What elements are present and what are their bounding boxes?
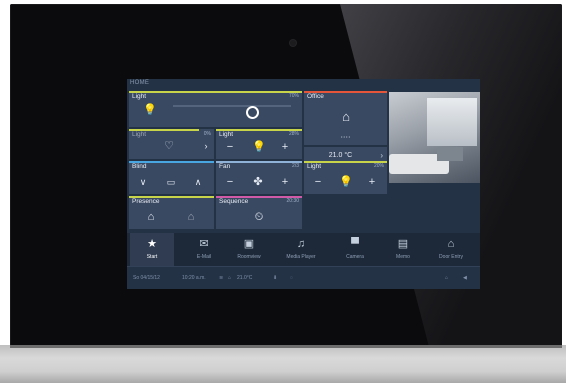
nav-item-roomview[interactable]: ▣ Roomview bbox=[227, 233, 271, 266]
touch-screen: HOME Light 70% 💡 Office ⌂ • • • • 21.0 °… bbox=[127, 79, 480, 289]
chat-icon: ◌ bbox=[290, 275, 293, 281]
minus-icon[interactable]: − bbox=[224, 141, 236, 153]
nav-item-email[interactable]: ✉ E-Mail bbox=[182, 233, 226, 266]
nav-label: Start bbox=[146, 254, 158, 260]
page-title: HOME bbox=[130, 80, 150, 86]
nav-item-memo[interactable]: ▤ Memo bbox=[381, 233, 425, 266]
tile-title: Light bbox=[307, 163, 322, 170]
fan-icon: ✤ bbox=[253, 176, 263, 188]
bulb-icon: 💡 bbox=[339, 176, 353, 188]
camera-icon: ▀ bbox=[351, 238, 359, 250]
tile-title: Sequence bbox=[219, 198, 249, 205]
house-small-icon: ⌂ bbox=[445, 275, 449, 281]
chevron-down-icon[interactable]: ∨ bbox=[137, 176, 149, 188]
photo-table bbox=[437, 147, 463, 161]
temperature-value: 21.0 °C bbox=[328, 152, 353, 159]
light-tile-2[interactable]: Light 0% ♡ › bbox=[129, 129, 214, 159]
nav-item-camera[interactable]: ▀ Camera bbox=[333, 233, 377, 266]
nav-label: Memo bbox=[396, 254, 410, 260]
tile-title: Fan bbox=[219, 163, 231, 170]
light-dimmer-tile[interactable]: Light 70% 💡 bbox=[129, 91, 302, 127]
fan-tile[interactable]: Fan 2/3 − ✤ + bbox=[216, 161, 302, 194]
tile-value: 0% bbox=[203, 131, 211, 137]
status-bar: So 04/15/12 10:20 a.m. ≋ ⌂ 21.0°C ⬇ ◌ ⌂ … bbox=[127, 266, 480, 289]
nav-label: Door Entry bbox=[439, 254, 463, 260]
nav-item-start[interactable]: ★ Start bbox=[130, 233, 174, 266]
nav-label: Media Player bbox=[286, 254, 316, 260]
tile-title: Light bbox=[219, 131, 234, 138]
frame-edge bbox=[10, 345, 562, 348]
nav-label: E-Mail bbox=[196, 254, 212, 260]
music-icon: ♫ bbox=[296, 238, 306, 250]
wifi-icon: ≋ bbox=[219, 275, 224, 281]
tile-accent-bar bbox=[129, 91, 302, 93]
room-photo bbox=[389, 92, 480, 183]
room-icon: ▣ bbox=[243, 238, 255, 250]
chevron-right-icon[interactable]: › bbox=[380, 151, 383, 160]
dimmer-slider-track[interactable] bbox=[173, 105, 291, 107]
minus-icon[interactable]: − bbox=[312, 176, 324, 188]
presence-tile[interactable]: Presence ⌂ ⌂ bbox=[129, 196, 214, 229]
photo-window bbox=[427, 98, 477, 146]
sequence-tile[interactable]: Sequence 20:30 ⏲ bbox=[216, 196, 302, 229]
memo-icon: ▤ bbox=[397, 238, 409, 250]
camera-lens bbox=[290, 40, 296, 46]
speaker-icon[interactable]: ◀ bbox=[463, 275, 467, 281]
tile-title: Blind bbox=[132, 163, 147, 170]
nav-item-media-player[interactable]: ♫ Media Player bbox=[279, 233, 323, 266]
mail-icon: ✉ bbox=[199, 238, 209, 250]
pin-icon: ⬇ bbox=[273, 275, 278, 281]
tile-value: 20:30 bbox=[286, 198, 299, 204]
tile-value: 2/3 bbox=[292, 163, 299, 169]
tile-title: Light bbox=[132, 93, 147, 100]
chevron-up-icon[interactable]: ∧ bbox=[192, 176, 204, 188]
door-icon: ⌂ bbox=[447, 238, 455, 250]
bottom-nav-bar: ★ Start ✉ E-Mail ▣ Roomview ♫ Media Play… bbox=[127, 233, 480, 266]
plus-icon[interactable]: + bbox=[279, 141, 291, 153]
blind-icon: ▭ bbox=[166, 177, 176, 187]
dimmer-slider-handle[interactable] bbox=[246, 106, 259, 119]
house-icon: ⌂ bbox=[228, 275, 232, 281]
tile-title: Office bbox=[307, 93, 324, 100]
status-time: 10:20 a.m. bbox=[182, 275, 206, 281]
page-indicator-dots: • • • • bbox=[341, 134, 350, 139]
device-bottom-frame bbox=[0, 345, 566, 383]
light-tile-4[interactable]: Light 20% − 💡 + bbox=[304, 161, 387, 194]
tile-value: 28% bbox=[288, 131, 299, 137]
tile-value: 20% bbox=[373, 163, 384, 169]
house-away-icon[interactable]: ⌂ bbox=[185, 211, 197, 223]
minus-icon[interactable]: − bbox=[224, 176, 236, 188]
bulb-outline-icon: ♡ bbox=[164, 140, 174, 152]
bulb-icon: 💡 bbox=[252, 141, 266, 153]
house-icon[interactable]: ⌂ bbox=[145, 211, 157, 223]
nav-label: Roomview bbox=[237, 254, 261, 260]
nav-item-door-entry[interactable]: ⌂ Door Entry bbox=[429, 233, 473, 266]
clapper-clock-icon: ⏲ bbox=[254, 211, 264, 223]
light-tile-3[interactable]: Light 28% − 💡 + bbox=[216, 129, 302, 159]
house-icon: ⌂ bbox=[342, 109, 350, 124]
star-icon: ★ bbox=[147, 238, 157, 250]
tile-title: Light bbox=[132, 131, 147, 138]
status-temperature: 21.0°C bbox=[237, 275, 253, 281]
office-room-tile[interactable]: Office ⌂ • • • • bbox=[304, 91, 387, 145]
tile-title: Presence bbox=[132, 198, 160, 205]
blind-tile[interactable]: Blind ∨ ▭ ∧ bbox=[129, 161, 214, 194]
plus-icon[interactable]: + bbox=[279, 176, 291, 188]
touch-panel-device: HOME Light 70% 💡 Office ⌂ • • • • 21.0 °… bbox=[10, 4, 562, 346]
chevron-right-icon[interactable]: › bbox=[201, 140, 211, 152]
bulb-icon: 💡 bbox=[143, 104, 157, 116]
plus-icon[interactable]: + bbox=[366, 176, 378, 188]
status-date: So 04/15/12 bbox=[133, 275, 160, 281]
nav-label: Camera bbox=[346, 254, 364, 260]
tile-value: 70% bbox=[288, 93, 299, 99]
